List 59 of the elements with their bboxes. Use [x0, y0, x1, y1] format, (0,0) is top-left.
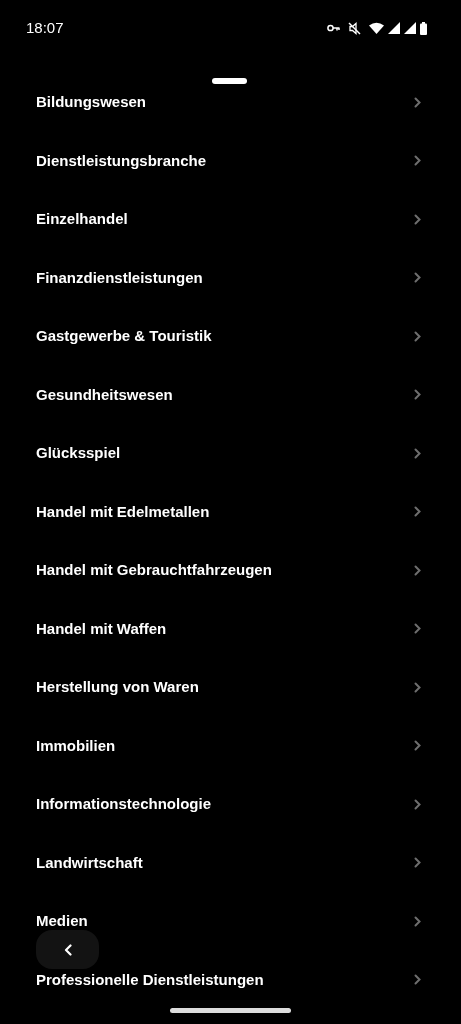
list-item[interactable]: Glücksspiel — [0, 424, 461, 483]
list-item[interactable]: Handel mit Waffen — [0, 599, 461, 658]
item-label: Gastgewerbe & Touristik — [36, 326, 212, 346]
chevron-icon — [414, 740, 421, 752]
item-label: Medien — [36, 911, 88, 931]
key-icon — [327, 24, 340, 32]
chevron-icon — [414, 564, 421, 576]
list-item[interactable]: Immobilien — [0, 716, 461, 775]
list-item[interactable]: Landwirtschaft — [0, 833, 461, 892]
chevron-icon — [414, 213, 421, 225]
list-item[interactable]: Einzelhandel — [0, 190, 461, 249]
chevron-icon — [414, 96, 421, 108]
item-label: Handel mit Waffen — [36, 618, 167, 639]
signal-icon — [404, 22, 416, 34]
item-label: Handel mit Gebrauchtfahrzeugen — [36, 560, 272, 580]
item-label: Bildungswesen — [36, 92, 147, 112]
back-icon — [63, 943, 72, 956]
chevron-icon — [414, 506, 421, 518]
item-label: Herstellung von Waren — [36, 677, 199, 697]
signal-icon — [388, 22, 400, 34]
chevron-icon — [414, 798, 421, 810]
chevron-icon — [414, 623, 421, 635]
list-item[interactable]: Dienstleistungsbranche — [0, 131, 461, 190]
chevron-icon — [414, 974, 421, 986]
chevron-icon — [414, 915, 421, 927]
list-item[interactable]: Handel mit Gebrauchtfahrzeugen — [0, 541, 461, 600]
chevron-icon — [414, 681, 421, 693]
list-item[interactable]: Handel mit Edelmetallen — [0, 482, 461, 541]
wifi-icon — [369, 22, 384, 34]
item-label: Finanzdienstleistungen — [36, 267, 203, 288]
list-item[interactable]: Bildungswesen — [0, 73, 461, 132]
list-item[interactable]: Gesundheitswesen — [0, 365, 461, 424]
item-label: Einzelhandel — [36, 209, 128, 229]
battery-icon — [420, 21, 427, 35]
home-indicator[interactable] — [170, 1008, 291, 1013]
chevron-icon — [414, 857, 421, 869]
item-label: Glücksspiel — [36, 443, 121, 463]
status-time: 18:07 — [26, 17, 64, 38]
list-item[interactable]: Professionelle Dienstleistungen — [0, 950, 461, 1009]
list-item[interactable]: Finanzdienstleistungen — [0, 248, 461, 307]
drag-handle[interactable] — [212, 78, 247, 84]
item-label: Professionelle Dienstleistungen — [36, 969, 264, 990]
chevron-icon — [414, 272, 421, 284]
item-label: Handel mit Edelmetallen — [36, 501, 210, 522]
list-item[interactable]: Medien — [0, 892, 461, 951]
back-button[interactable] — [36, 930, 99, 969]
list-item[interactable]: Herstellung von Waren — [0, 658, 461, 717]
mute-icon — [348, 21, 361, 35]
item-label: Gesundheitswesen — [36, 384, 173, 405]
item-label: Landwirtschaft — [36, 852, 143, 873]
chevron-icon — [414, 330, 421, 342]
chevron-icon — [414, 447, 421, 459]
item-label: Informationstechnologie — [36, 794, 211, 814]
chevron-icon — [414, 389, 421, 401]
list-item[interactable]: Gastgewerbe & Touristik — [0, 307, 461, 366]
list-item[interactable]: Informationstechnologie — [0, 775, 461, 834]
chevron-icon — [414, 155, 421, 167]
item-label: Immobilien — [36, 735, 116, 756]
item-label: Dienstleistungsbranche — [36, 150, 207, 171]
